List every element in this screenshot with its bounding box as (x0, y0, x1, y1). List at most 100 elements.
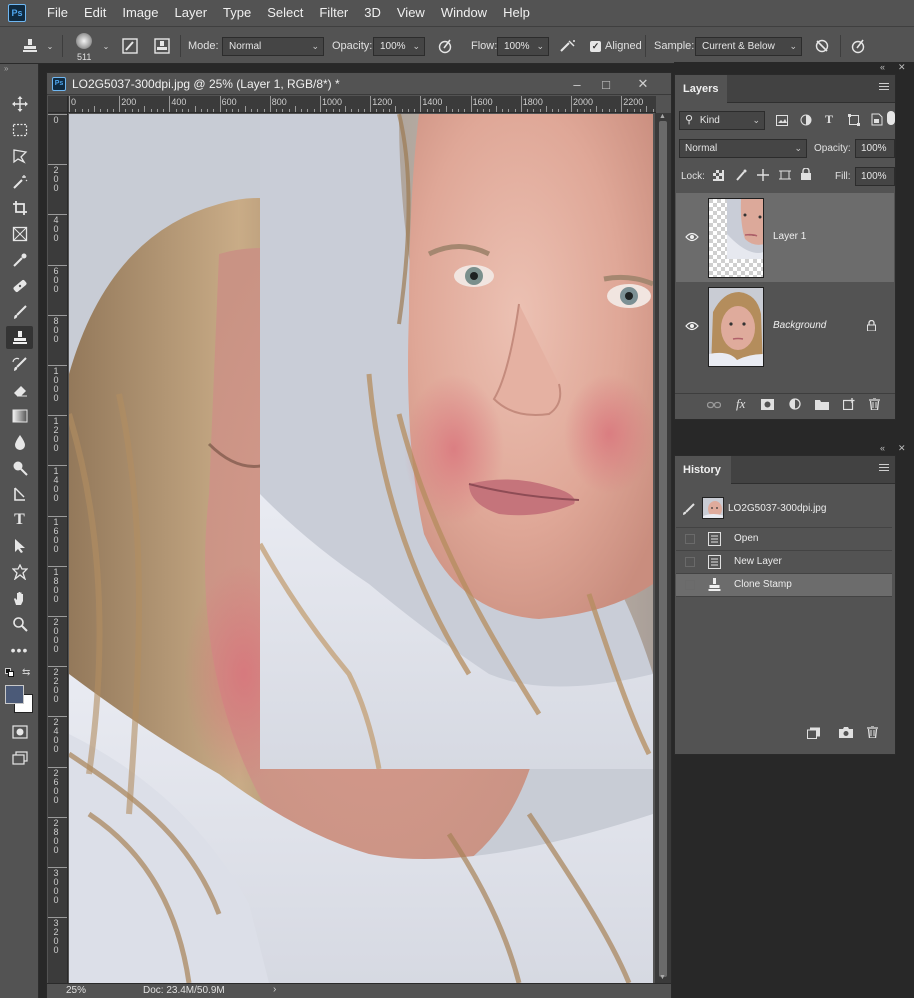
lock-all-icon[interactable] (801, 167, 811, 183)
clone-source-icon[interactable] (152, 36, 172, 56)
chevron-down-icon[interactable]: ⌄ (40, 36, 60, 56)
status-menu-arrow-icon[interactable]: › (273, 984, 276, 995)
tab-history[interactable]: History (675, 456, 731, 484)
more-tools-icon[interactable]: ••• (6, 638, 33, 661)
foreground-color-swatch[interactable] (5, 685, 24, 704)
lock-pixels-icon[interactable] (735, 169, 747, 184)
sample-select[interactable]: Current & Below ⌄ (695, 37, 802, 56)
move-icon[interactable] (6, 92, 33, 115)
panel-menu-icon[interactable] (879, 83, 889, 93)
layer-style-icon[interactable]: fx (736, 396, 745, 412)
aligned-checkbox[interactable]: ✓ (590, 40, 601, 52)
layer-row-layer-1[interactable]: Layer 1 (676, 193, 894, 282)
scrollbar-thumb[interactable] (659, 121, 667, 977)
dodge-icon[interactable] (6, 456, 33, 479)
eye-icon[interactable] (685, 232, 699, 242)
eye-icon[interactable] (685, 321, 699, 331)
pixel-filter-icon[interactable] (776, 115, 788, 129)
close-icon[interactable]: ✕ (631, 75, 655, 93)
history-checkbox[interactable] (685, 580, 695, 590)
history-brush-source-icon[interactable] (682, 502, 696, 519)
hand-icon[interactable] (6, 586, 33, 609)
menu-help[interactable]: Help (495, 0, 538, 26)
close-panel-icon[interactable]: ✕ (898, 443, 906, 454)
lock-position-icon[interactable] (757, 169, 769, 184)
history-brush-icon[interactable] (6, 352, 33, 375)
history-state-open[interactable]: Open (676, 528, 892, 551)
history-checkbox[interactable] (685, 557, 695, 567)
adjustment-layer-icon[interactable] (789, 398, 801, 413)
frame-icon[interactable] (6, 222, 33, 245)
gradient-icon[interactable] (6, 404, 33, 427)
history-checkbox[interactable] (685, 534, 695, 544)
lasso-icon[interactable] (6, 144, 33, 167)
eraser-icon[interactable] (6, 378, 33, 401)
add-mask-icon[interactable] (761, 399, 774, 413)
menu-window[interactable]: Window (433, 0, 495, 26)
menu-type[interactable]: Type (215, 0, 259, 26)
brush-size-chevron-icon[interactable]: ⌄ (96, 36, 116, 56)
layer-name[interactable]: Background (773, 320, 826, 331)
opacity-field[interactable]: 100% ⌄ (373, 37, 425, 56)
vertical-scrollbar[interactable]: ▲ ▼ (655, 113, 671, 983)
clone-stamp-preset-icon[interactable] (20, 36, 40, 56)
layer-row-background[interactable]: Background (676, 282, 894, 371)
document-tab[interactable]: Ps LO2G5037-300dpi.jpg @ 25% (Layer 1, R… (47, 73, 671, 95)
trash-icon[interactable] (867, 725, 878, 741)
eyedropper-icon[interactable] (6, 248, 33, 271)
history-snapshot[interactable]: LO2G5037-300dpi.jpg (676, 492, 892, 528)
shape-filter-icon[interactable] (848, 114, 860, 129)
trash-icon[interactable] (869, 397, 880, 413)
flow-field[interactable]: 100% ⌄ (497, 37, 549, 56)
camera-icon[interactable] (839, 727, 853, 741)
menu-edit[interactable]: Edit (76, 0, 114, 26)
horizontal-ruler[interactable]: 0 200 400 600 800 1000 1200 1400 1600 1800 2000 220… (68, 96, 656, 113)
maximize-icon[interactable]: □ (594, 75, 618, 93)
panel-menu-icon[interactable] (879, 464, 889, 474)
menu-3d[interactable]: 3D (356, 0, 389, 26)
brush-tip-icon[interactable] (74, 31, 94, 51)
pressure-size-icon[interactable] (848, 36, 868, 56)
lock-artboard-icon[interactable] (779, 169, 791, 184)
default-colors-icon[interactable] (5, 668, 15, 678)
history-state-new-layer[interactable]: New Layer (676, 551, 892, 574)
new-document-from-state-icon[interactable] (807, 727, 821, 742)
quick-select-icon[interactable] (6, 170, 33, 193)
smart-object-filter-icon[interactable] (871, 113, 883, 129)
lock-transparent-icon[interactable] (713, 170, 724, 184)
menu-select[interactable]: Select (259, 0, 311, 26)
blend-mode-select[interactable]: Normal ⌄ (679, 139, 807, 158)
clone-stamp-icon[interactable] (6, 326, 33, 349)
crop-icon[interactable] (6, 196, 33, 219)
canvas[interactable] (69, 114, 653, 983)
collapse-panel-icon[interactable]: « (880, 443, 885, 453)
vertical-ruler[interactable]: 0200400600800100012001400160018002000220… (48, 113, 68, 983)
pressure-opacity-icon[interactable] (435, 36, 455, 56)
brush-icon[interactable] (6, 300, 33, 323)
menu-layer[interactable]: Layer (167, 0, 216, 26)
menu-filter[interactable]: Filter (311, 0, 356, 26)
collapse-panel-icon[interactable]: « (880, 62, 885, 72)
menu-image[interactable]: Image (114, 0, 166, 26)
brush-settings-icon[interactable] (120, 36, 140, 56)
shape-icon[interactable] (6, 560, 33, 583)
minimize-icon[interactable]: – (565, 75, 589, 93)
pen-icon[interactable] (6, 482, 33, 505)
filter-toggle[interactable] (887, 111, 895, 125)
ignore-adjustment-layers-icon[interactable] (812, 36, 832, 56)
path-select-icon[interactable] (6, 534, 33, 557)
type-filter-icon[interactable]: T (825, 112, 833, 127)
menu-file[interactable]: File (39, 0, 76, 26)
scroll-up-icon[interactable]: ▲ (659, 113, 666, 120)
marquee-icon[interactable] (6, 118, 33, 141)
link-layers-icon[interactable] (706, 400, 722, 413)
scroll-down-icon[interactable]: ▼ (659, 974, 666, 981)
history-state-clone-stamp[interactable]: Clone Stamp (676, 574, 892, 597)
filter-kind-select[interactable]: ⚲ Kind ⌄ (679, 111, 765, 130)
zoom-level[interactable]: 25% (66, 985, 86, 996)
zoom-icon[interactable] (6, 612, 33, 635)
tab-layers[interactable]: Layers (675, 75, 727, 103)
quick-mask-icon[interactable] (6, 720, 33, 743)
healing-brush-icon[interactable] (6, 274, 33, 297)
layer-name[interactable]: Layer 1 (773, 231, 806, 242)
